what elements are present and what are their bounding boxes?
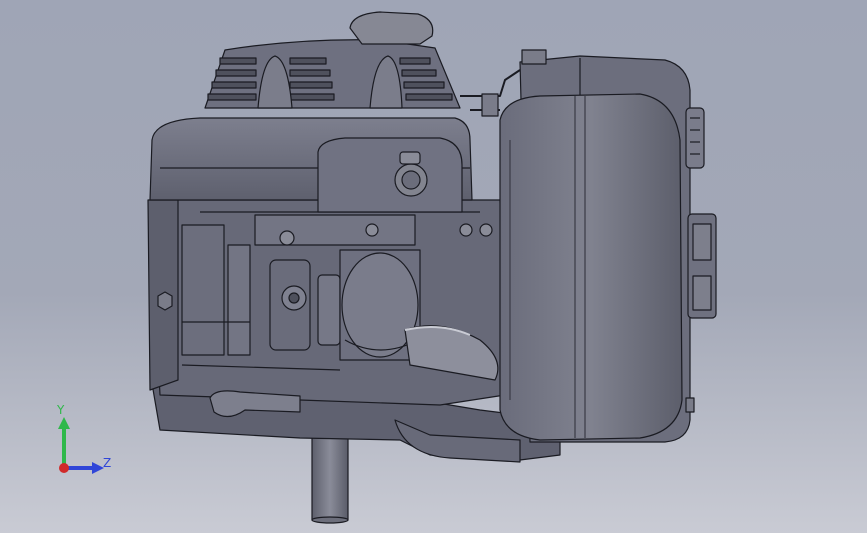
fuel-cap bbox=[685, 107, 705, 169]
starter-handle bbox=[349, 11, 434, 45]
engine-model[interactable] bbox=[0, 0, 867, 533]
z-axis-label: Z bbox=[103, 456, 112, 470]
output-shaft bbox=[311, 431, 349, 524]
y-axis-label: Y bbox=[57, 403, 65, 417]
x-axis-dot bbox=[59, 463, 69, 473]
muffler bbox=[499, 93, 683, 441]
coordinate-triad: Y Z bbox=[40, 403, 120, 485]
graphics-viewport[interactable] bbox=[0, 0, 867, 533]
carburetor-cover bbox=[317, 137, 463, 213]
air-filter-knob bbox=[687, 213, 717, 319]
